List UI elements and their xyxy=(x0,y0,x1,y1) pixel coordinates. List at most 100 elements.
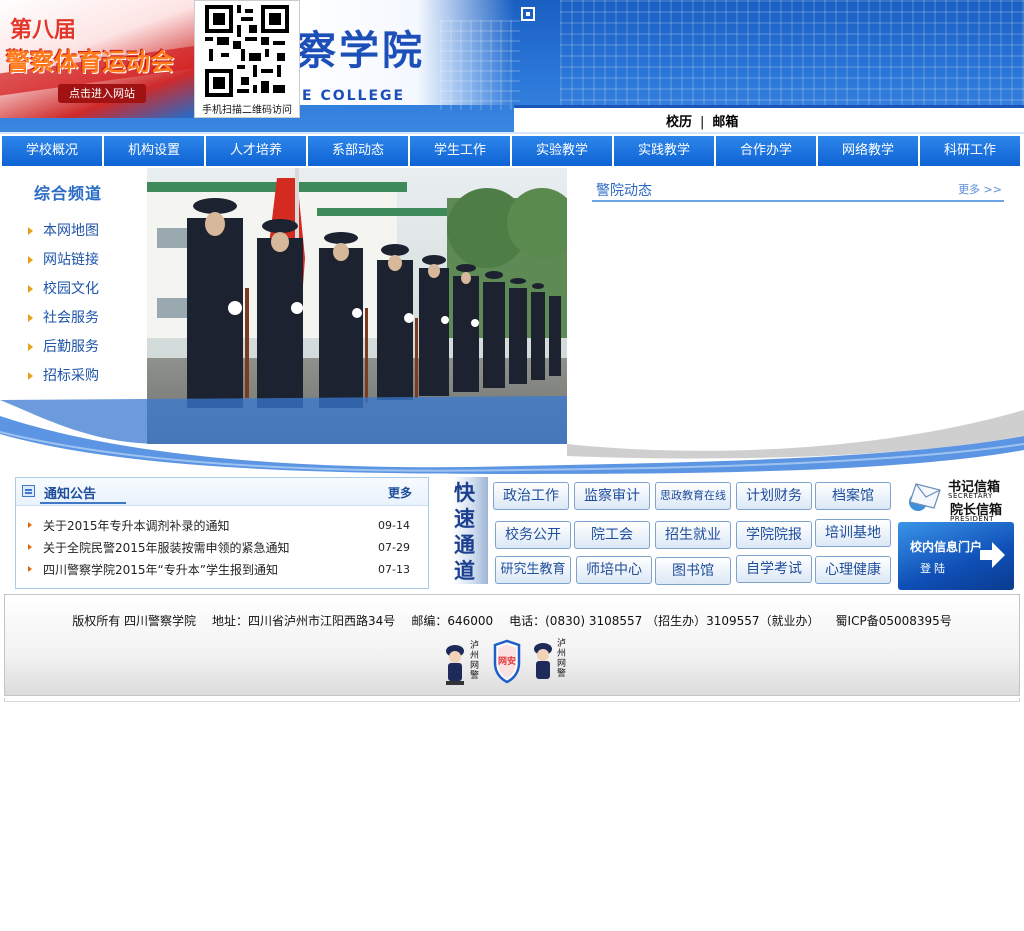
quick-link-ideological-education[interactable]: 思政教育在线 xyxy=(655,482,731,510)
notice-item[interactable]: 四川警察学院2015年“专升本”学生报到通知 07-13 xyxy=(26,558,418,580)
quick-link-teacher-training[interactable]: 师培中心 xyxy=(576,556,652,584)
quick-link-affairs-disclosure[interactable]: 校务公开 xyxy=(495,521,571,549)
notice-item-date: 07-13 xyxy=(378,562,410,576)
arrow-icon xyxy=(28,226,33,235)
campus-portal-login-button[interactable]: 校内信息门户 登陆 xyxy=(898,522,1014,590)
arrow-icon xyxy=(28,342,33,351)
footer-bottom-border xyxy=(4,698,1020,702)
quick-link-library[interactable]: 图书馆 xyxy=(655,557,731,585)
portal-title: 校内信息门户 xyxy=(910,540,983,554)
notice-icon xyxy=(22,485,35,497)
footer-postcode: 邮编：646000 xyxy=(411,614,494,628)
quick-channel-label: 快 速 通 道 xyxy=(452,477,488,584)
notice-item-title: 关于2015年专升本调剂补录的通知 xyxy=(43,518,230,533)
channel-title: 综合频道 xyxy=(34,184,103,203)
notice-title: 通知公告 xyxy=(44,487,97,502)
calendar-link[interactable]: 校历 xyxy=(666,115,692,130)
quick-link-college-newspaper[interactable]: 学院院报 xyxy=(736,521,812,549)
bullet-arrow-icon xyxy=(28,544,32,550)
banner-title-line1: 第八届 xyxy=(10,18,77,43)
bullet-arrow-icon xyxy=(28,566,32,572)
arrow-icon xyxy=(28,284,33,293)
top-links-separator: | xyxy=(700,115,705,130)
notice-item-date: 09-14 xyxy=(378,518,410,532)
channel-item-label: 后勤服务 xyxy=(43,338,99,355)
footer-icp[interactable]: 蜀ICP备05008395号 xyxy=(836,614,952,628)
top-links-bar xyxy=(514,105,1024,132)
header-grid-decoration xyxy=(560,0,1024,105)
sports-games-banner[interactable]: 第八届 警察体育运动会 点击进入网站 xyxy=(0,0,196,118)
badge-right-label: 泸州网警 xyxy=(557,639,567,679)
nav-item-cooperative-education[interactable]: 合作办学 xyxy=(716,136,816,166)
nav-item-organization[interactable]: 机构设置 xyxy=(104,136,204,166)
channel-item-label: 网站链接 xyxy=(43,251,99,268)
notice-title-underline xyxy=(40,502,126,504)
nav-item-school-overview[interactable]: 学校概况 xyxy=(2,136,102,166)
nav-item-online-teaching[interactable]: 网络教学 xyxy=(818,136,918,166)
badge-mid-label: 网安 xyxy=(497,657,516,667)
quick-link-self-study-exam[interactable]: 自学考试 xyxy=(736,555,812,583)
channel-item-procurement[interactable]: 招标采购 xyxy=(28,361,99,390)
leader-mailbox[interactable]: 书记信箱 SECRETARY 院长信箱 PRESIDENT xyxy=(900,474,1016,523)
college-name-en: E COLLEGE xyxy=(302,88,406,104)
arrow-icon xyxy=(28,313,33,322)
quick-link-archives[interactable]: 档案馆 xyxy=(815,482,891,510)
banner-title-line2: 警察体育运动会 xyxy=(6,48,174,76)
quick-link-trade-union[interactable]: 院工会 xyxy=(574,521,650,549)
channel-item-campus-culture[interactable]: 校园文化 xyxy=(28,274,99,303)
nav-item-research[interactable]: 科研工作 xyxy=(920,136,1020,166)
notice-more-link[interactable]: 更多 xyxy=(388,484,412,501)
quick-label-char: 道 xyxy=(454,558,475,583)
nav-item-talent-training[interactable]: 人才培养 xyxy=(206,136,306,166)
envelope-icon xyxy=(909,483,941,511)
site-footer: 版权所有 四川警察学院 地址：四川省泸州市江阳西路34号 邮编：646000 电话：(… xyxy=(4,594,1020,696)
footer-copyright: 版权所有 四川警察学院 xyxy=(72,614,197,628)
notice-item-title: 关于全院民警2015年服装按需申领的紧急通知 xyxy=(43,540,290,555)
cyber-police-badges[interactable]: 泸州网警 网安 泸州网警 xyxy=(443,639,573,687)
police-news-header: 警院动态 更多 >> xyxy=(592,178,1004,202)
notice-item-date: 07-29 xyxy=(378,540,410,554)
notice-item[interactable]: 关于全院民警2015年服装按需申领的紧急通知 07-29 xyxy=(26,536,418,558)
wave-decoration xyxy=(0,396,1024,474)
quick-link-planning-finance[interactable]: 计划财务 xyxy=(736,482,812,510)
notice-header: 通知公告 更多 xyxy=(16,478,428,506)
channel-item-logistics[interactable]: 后勤服务 xyxy=(28,332,99,361)
quick-link-political-work[interactable]: 政治工作 xyxy=(493,482,569,510)
quick-link-graduate-education[interactable]: 研究生教育 xyxy=(495,556,571,584)
notice-panel: 通知公告 更多 关于2015年专升本调剂补录的通知 09-14 关于全院民警20… xyxy=(15,477,429,589)
main-navigation: 学校概况 机构设置 人才培养 系部动态 学生工作 实验教学 实践教学 合作办学 … xyxy=(0,132,1024,168)
quick-link-admissions-employment[interactable]: 招生就业 xyxy=(655,521,731,549)
arrow-right-icon xyxy=(980,542,1005,568)
nav-item-student-work[interactable]: 学生工作 xyxy=(410,136,510,166)
footer-address: 地址：四川省泸州市江阳西路34号 xyxy=(212,614,396,628)
footer-info: 版权所有 四川警察学院 地址：四川省泸州市江阳西路34号 邮编：646000 电话：(… xyxy=(5,612,1019,629)
comprehensive-channel: 综合频道 本网地图 网站链接 校园文化 社会服务 后勤服务 招标采购 xyxy=(0,170,147,405)
footer-phone: 电话：(0830) 3108557 （招生办）3109557（就业办） xyxy=(509,614,820,628)
channel-item-site-links[interactable]: 网站链接 xyxy=(28,245,99,274)
bullet-arrow-icon xyxy=(28,522,32,528)
channel-item-label: 社会服务 xyxy=(43,309,99,326)
notice-item-title: 四川警察学院2015年“专升本”学生报到通知 xyxy=(43,562,278,577)
notice-item[interactable]: 关于2015年专升本调剂补录的通知 09-14 xyxy=(26,514,418,536)
top-links: 校历 | 邮箱 xyxy=(666,111,738,130)
channel-item-site-map[interactable]: 本网地图 xyxy=(28,216,99,245)
nav-item-practice-teaching[interactable]: 实践教学 xyxy=(614,136,714,166)
channel-item-label: 本网地图 xyxy=(43,222,99,239)
police-news-title[interactable]: 警院动态 xyxy=(596,180,652,200)
window-icon[interactable] xyxy=(521,7,535,21)
channel-item-label: 校园文化 xyxy=(43,280,99,297)
page: 察学院 E COLLEGE 校历 | 邮箱 第八届 警察体育运动会 点击进入网站 xyxy=(0,0,1024,931)
channel-item-label: 招标采购 xyxy=(43,367,99,384)
quick-link-mental-health[interactable]: 心理健康 xyxy=(815,556,891,584)
enter-site-button[interactable]: 点击进入网站 xyxy=(58,84,146,103)
qr-code-box: 手机扫描二维码访问 xyxy=(194,0,300,118)
quick-link-supervision-audit[interactable]: 监察审计 xyxy=(574,482,650,510)
college-name-cn: 察学院 xyxy=(296,27,425,74)
mailbox-link[interactable]: 邮箱 xyxy=(712,115,738,130)
channel-item-social-service[interactable]: 社会服务 xyxy=(28,303,99,332)
nav-item-department-news[interactable]: 系部动态 xyxy=(308,136,408,166)
quick-link-training-base[interactable]: 培训基地 xyxy=(815,519,891,547)
nav-item-lab-teaching[interactable]: 实验教学 xyxy=(512,136,612,166)
arrow-icon xyxy=(28,255,33,264)
police-news-more-link[interactable]: 更多 >> xyxy=(958,181,1002,197)
